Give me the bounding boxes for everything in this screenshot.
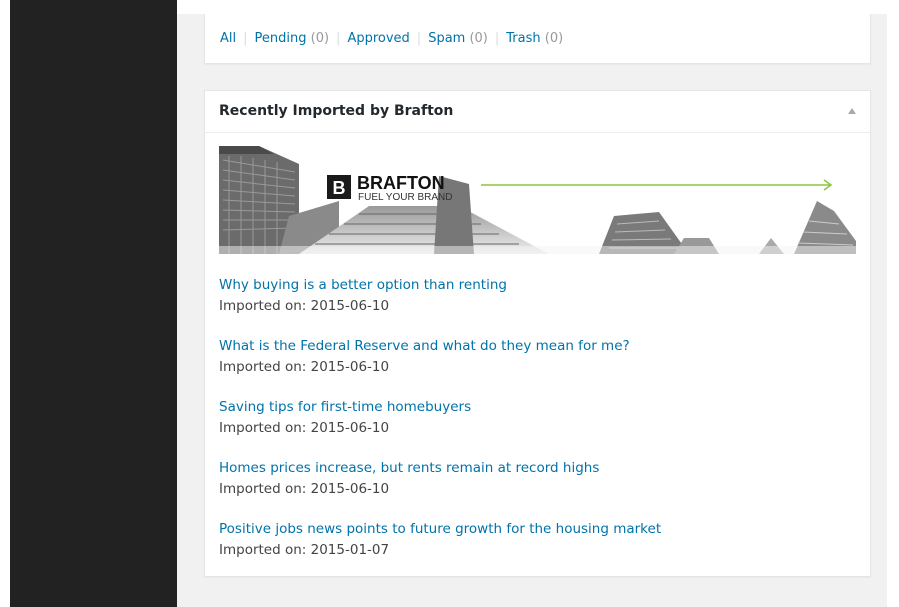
list-item: Why buying is a better option than renti… bbox=[219, 276, 859, 337]
separator: | bbox=[243, 31, 248, 46]
imported-post-link[interactable]: Why buying is a better option than renti… bbox=[219, 276, 859, 294]
widget-title: Recently Imported by Brafton bbox=[219, 103, 454, 119]
right-edge bbox=[887, 0, 899, 607]
filter-approved-link[interactable]: Approved bbox=[347, 31, 409, 46]
triangle-up-icon[interactable] bbox=[848, 108, 856, 114]
left-gutter bbox=[0, 0, 10, 607]
comment-filter-links: All | Pending (0) | Approved | Spam (0) | Trash … bbox=[220, 31, 563, 46]
trash-count: (0) bbox=[544, 31, 564, 46]
brafton-widget: Recently Imported by Brafton B BRAFTON F… bbox=[204, 90, 871, 577]
list-item: Homes prices increase, but rents remain … bbox=[219, 459, 859, 520]
top-strip bbox=[177, 0, 887, 14]
filter-pending-link[interactable]: Pending (0) bbox=[255, 31, 330, 46]
separator: | bbox=[336, 31, 341, 46]
filter-trash-label: Trash bbox=[506, 31, 541, 46]
brand-name: BRAFTON bbox=[357, 173, 445, 193]
brand-tagline: FUEL YOUR BRAND bbox=[358, 192, 452, 203]
imported-post-link[interactable]: Saving tips for first-time homebuyers bbox=[219, 398, 859, 416]
filter-spam-link[interactable]: Spam (0) bbox=[428, 31, 488, 46]
spam-count: (0) bbox=[469, 31, 488, 46]
widget-header[interactable]: Recently Imported by Brafton bbox=[205, 91, 870, 133]
list-item: Positive jobs news points to future grow… bbox=[219, 520, 859, 581]
filter-all-link[interactable]: All bbox=[220, 31, 236, 46]
filter-spam-label: Spam bbox=[428, 31, 466, 46]
banner-graphic: B BRAFTON FUEL YOUR BRAND bbox=[219, 146, 856, 254]
imported-date: Imported on: 2015-06-10 bbox=[219, 420, 390, 436]
list-item: What is the Federal Reserve and what do … bbox=[219, 337, 859, 398]
filter-trash-link[interactable]: Trash (0) bbox=[506, 31, 563, 46]
admin-menu-sidebar bbox=[10, 0, 177, 607]
imported-date: Imported on: 2015-01-07 bbox=[219, 542, 390, 558]
imported-date: Imported on: 2015-06-10 bbox=[219, 481, 390, 497]
separator: | bbox=[494, 31, 500, 46]
separator: | bbox=[416, 31, 422, 46]
pending-count: (0) bbox=[310, 31, 330, 46]
brafton-banner-image: B BRAFTON FUEL YOUR BRAND bbox=[219, 146, 856, 254]
imported-post-link[interactable]: Homes prices increase, but rents remain … bbox=[219, 459, 859, 477]
imported-post-link[interactable]: What is the Federal Reserve and what do … bbox=[219, 337, 859, 355]
imported-post-link[interactable]: Positive jobs news points to future grow… bbox=[219, 520, 859, 538]
activity-comments-box: All | Pending (0) | Approved | Spam (0) | Trash … bbox=[204, 14, 871, 64]
imported-date: Imported on: 2015-06-10 bbox=[219, 298, 390, 314]
filter-pending-label: Pending bbox=[254, 31, 307, 46]
list-item: Saving tips for first-time homebuyers Im… bbox=[219, 398, 859, 459]
logo-letter: B bbox=[333, 178, 346, 198]
imported-posts-list: Why buying is a better option than renti… bbox=[219, 276, 859, 581]
imported-date: Imported on: 2015-06-10 bbox=[219, 359, 390, 375]
